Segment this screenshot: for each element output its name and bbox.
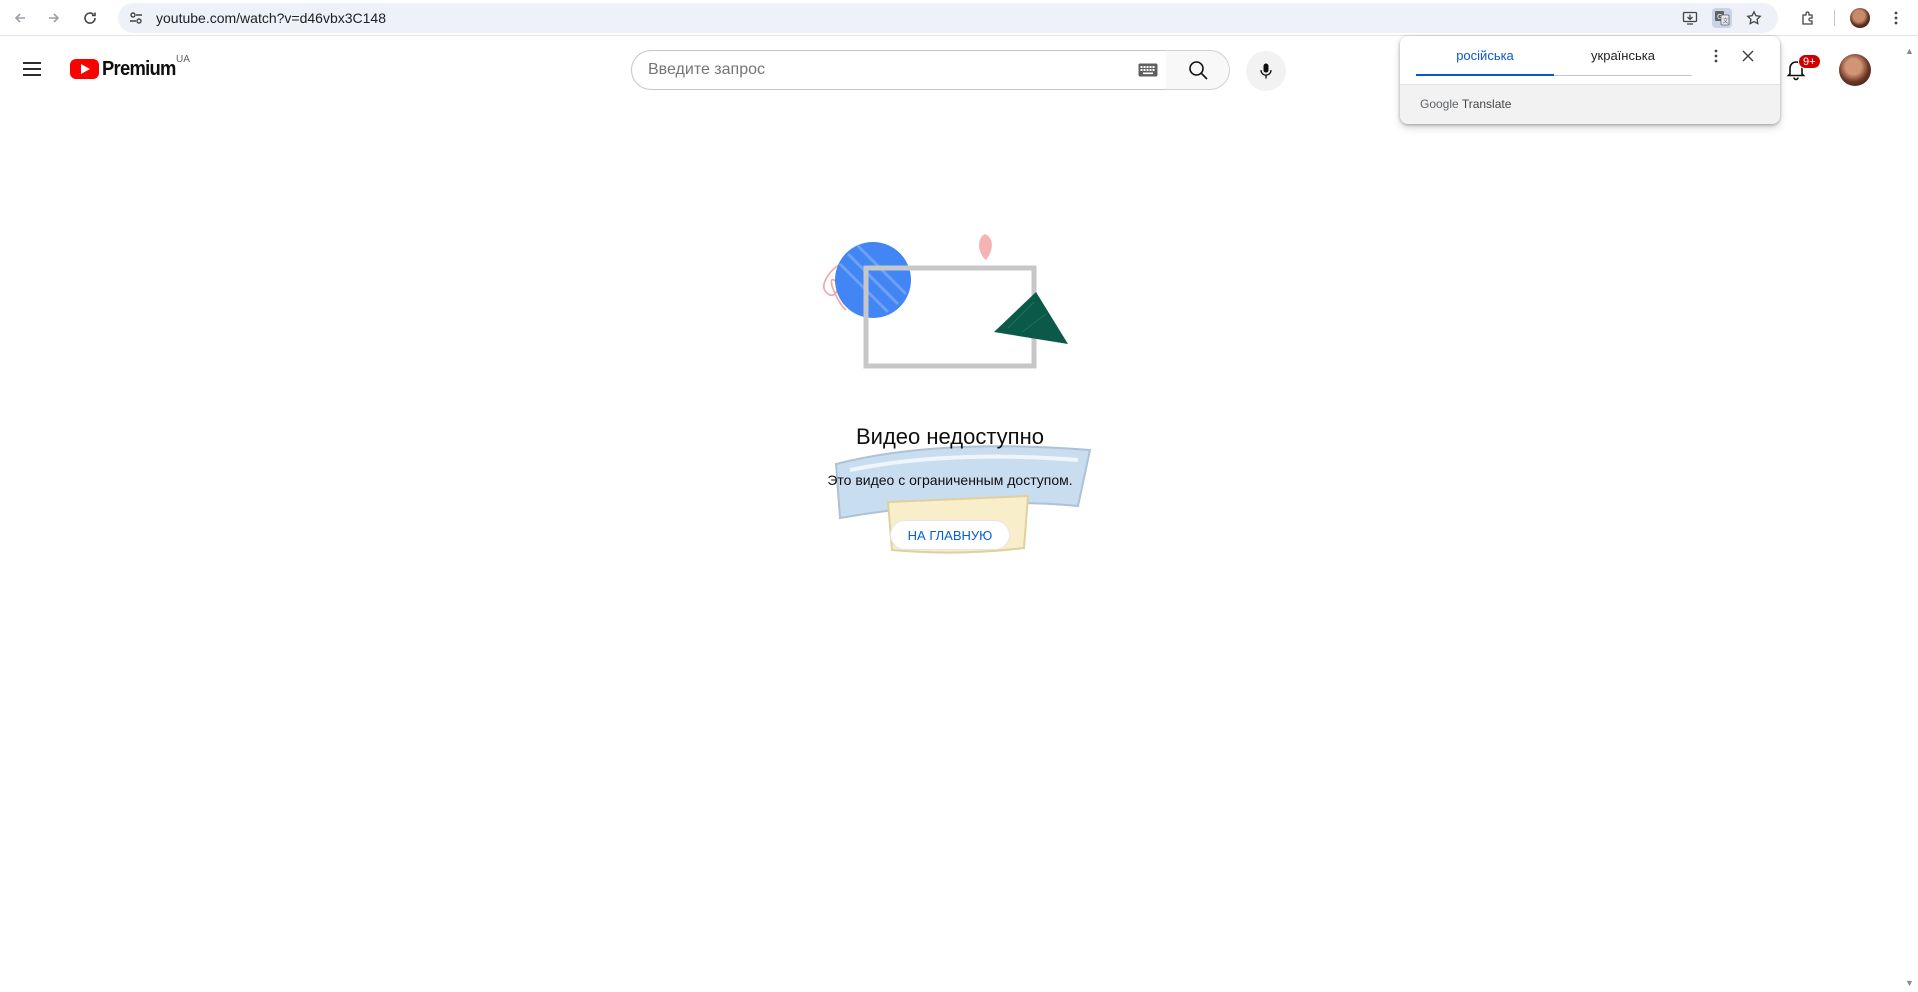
tab-source-language[interactable]: російська (1416, 36, 1554, 76)
translate-footer: Google Translate (1400, 84, 1780, 124)
back-arrow-icon[interactable] (8, 6, 32, 30)
forward-arrow-icon[interactable] (42, 6, 66, 30)
address-bar[interactable]: youtube.com/watch?v=d46vbx3C148 G文 (118, 3, 1778, 33)
extensions-puzzle-icon[interactable] (1796, 6, 1820, 30)
google-translate-brand: Google Translate (1420, 97, 1511, 111)
profile-avatar[interactable] (1850, 8, 1870, 28)
close-icon[interactable] (1738, 46, 1758, 66)
logo-text: Premium (102, 57, 176, 80)
error-title: Видео недоступно (856, 424, 1044, 449)
site-settings-icon[interactable] (128, 10, 144, 26)
translate-options-icon[interactable] (1706, 46, 1726, 66)
video-unavailable-illustration (823, 234, 1068, 369)
brand-translate: Translate (1461, 97, 1512, 111)
url-text[interactable]: youtube.com/watch?v=d46vbx3C148 (156, 10, 386, 26)
bookmark-star-icon[interactable] (1744, 8, 1764, 28)
browser-toolbar: youtube.com/watch?v=d46vbx3C148 G文 (0, 0, 1918, 36)
youtube-play-icon (70, 59, 99, 79)
scroll-up-arrow-icon[interactable]: ▲ (1905, 46, 1914, 56)
install-app-icon[interactable] (1680, 8, 1700, 28)
go-home-button[interactable]: НА ГЛАВНУЮ (890, 520, 1010, 550)
search-button[interactable] (1166, 50, 1230, 90)
scroll-down-arrow-icon[interactable]: ▼ (1905, 978, 1914, 988)
toolbar-divider (1834, 10, 1835, 26)
microphone-icon (1260, 63, 1272, 79)
brand-google: Google (1420, 97, 1459, 111)
svg-text:文: 文 (1723, 17, 1729, 25)
keyboard-icon[interactable] (1138, 63, 1158, 77)
hamburger-menu-icon[interactable] (20, 57, 44, 81)
translate-icon[interactable]: G文 (1712, 8, 1732, 28)
youtube-premium-logo[interactable]: Premium (70, 57, 182, 80)
translate-language-tabs: російська українська (1416, 36, 1696, 76)
account-avatar[interactable] (1839, 54, 1871, 86)
search-icon (1188, 61, 1208, 80)
reload-icon[interactable] (78, 6, 102, 30)
country-code: UA (176, 54, 190, 65)
chrome-menu-icon[interactable] (1884, 6, 1908, 30)
notifications-badge: 9+ (1798, 54, 1821, 69)
translate-bubble: російська українська Google Translate (1400, 36, 1780, 124)
search-box (631, 50, 1167, 90)
voice-search-button[interactable] (1246, 51, 1286, 91)
tab-target-language[interactable]: українська (1554, 36, 1692, 76)
error-subtitle: Это видео с ограниченным доступом. (827, 472, 1073, 488)
search-input[interactable] (648, 51, 1108, 89)
